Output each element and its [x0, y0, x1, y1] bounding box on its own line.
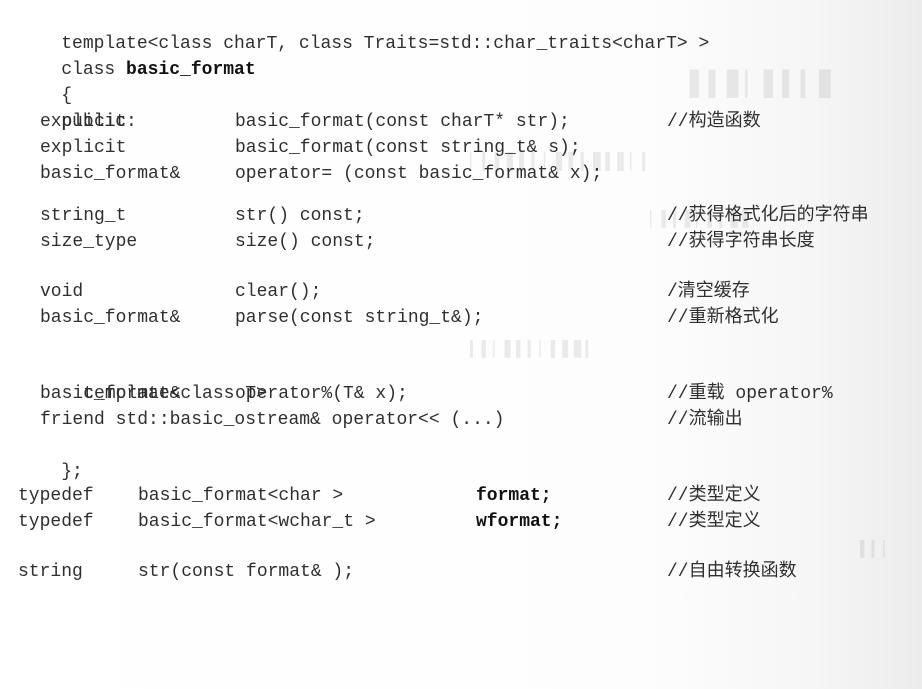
code-comment: //自由转换函数: [667, 562, 797, 582]
code-comment: //构造函数: [667, 112, 761, 132]
code-line-typedef-format: typedef basic_format<char > format; //类型…: [0, 483, 922, 509]
member-signature: clear();: [235, 282, 322, 302]
member-signature: str() const;: [235, 206, 365, 226]
code-comment: /清空缓存: [667, 282, 750, 302]
code-comment: //重新格式化: [667, 308, 779, 328]
code-line-assign-operator: basic_format& operator= (const basic_for…: [0, 161, 922, 187]
typedef-keyword: typedef: [18, 512, 94, 532]
return-type: size_type: [40, 232, 138, 252]
return-type: basic_format&: [40, 384, 181, 404]
code-line-member-template: template<class T>: [40, 355, 267, 404]
code-line-close-brace: };: [18, 433, 83, 482]
member-signature: operator%(T& x);: [235, 384, 408, 404]
code-comment: //获得格式化后的字符串: [667, 206, 869, 226]
return-type: basic_format&: [40, 308, 181, 328]
member-signature: parse(const string_t&);: [235, 308, 484, 328]
code-line-typedef-wformat: typedef basic_format<wchar_t > wformat; …: [0, 509, 922, 535]
typedef-name: format;: [476, 486, 552, 506]
class-name: basic_format: [126, 60, 256, 80]
member-signature: basic_format(const string_t& s);: [235, 138, 581, 158]
code-comment: //重载 operator%: [667, 384, 833, 404]
member-signature: size() const;: [235, 232, 376, 252]
code-comment: //类型定义: [667, 486, 761, 506]
code-line-free-function: string str(const format& ); //自由转换函数: [0, 559, 922, 585]
code-line-operator-percent: basic_format& operator%(T& x); //重载 oper…: [0, 381, 922, 407]
specifier: explicit: [40, 138, 127, 158]
member-signature: basic_format(const charT* str);: [235, 112, 570, 132]
code-line-template-header: template<class charT, class Traits=std::…: [18, 5, 709, 54]
code-line-size: size_type size() const; //获得字符串长度: [0, 229, 922, 255]
return-type: string_t: [40, 206, 127, 226]
code-line-parse: basic_format& parse(const string_t&); //…: [0, 305, 922, 331]
return-type: string: [18, 562, 83, 582]
code-listing: template<class charT, class Traits=std::…: [0, 0, 922, 594]
code-line-str: string_t str() const; //获得格式化后的字符串: [0, 203, 922, 229]
typedef-type: basic_format<wchar_t >: [138, 512, 376, 532]
member-signature: operator= (const basic_format& x);: [235, 164, 603, 184]
code-comment: //获得字符串长度: [667, 232, 815, 252]
typedef-keyword: typedef: [18, 486, 94, 506]
code-line-class-declaration: class basic_format: [18, 31, 255, 80]
typedef-type: basic_format<char >: [138, 486, 344, 506]
code-comment: //流输出: [667, 410, 743, 430]
return-type: void: [40, 282, 84, 302]
return-type: basic_format&: [40, 164, 181, 184]
function-signature: str(const format& );: [138, 562, 355, 582]
code-comment: //类型定义: [667, 512, 761, 532]
close-brace: };: [61, 462, 83, 482]
code-line-open-brace: {: [18, 57, 72, 106]
typedef-name: wformat;: [476, 512, 563, 532]
code-line-ctor-string: explicit basic_format(const string_t& s)…: [0, 135, 922, 161]
code-line-ctor-charT: explicit basic_format(const charT* str);…: [0, 109, 922, 135]
code-line-friend-stream: friend std::basic_ostream& operator<< (.…: [0, 407, 922, 433]
friend-declaration: friend std::basic_ostream& operator<< (.…: [40, 410, 505, 430]
code-line-public: public:: [18, 83, 137, 132]
specifier: explicit: [40, 112, 127, 132]
code-line-clear: void clear(); /清空缓存: [0, 279, 922, 305]
